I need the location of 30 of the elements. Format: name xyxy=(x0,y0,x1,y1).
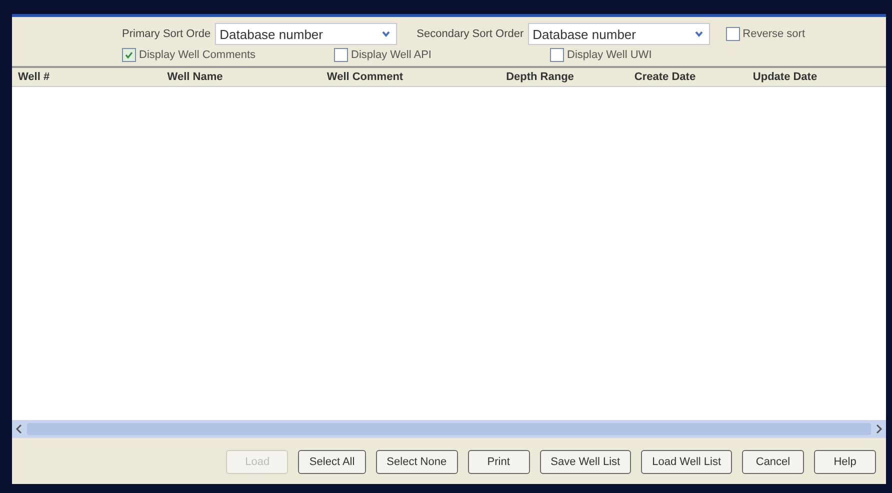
checkbox-label: Display Well UWI xyxy=(567,49,652,61)
scroll-right-icon[interactable] xyxy=(875,424,883,434)
dialog-button[interactable]: Load Well List xyxy=(641,450,732,474)
dialog-button[interactable]: Help xyxy=(814,450,876,474)
secondary-sort-label: Secondary Sort Order xyxy=(416,28,524,40)
dialog-button[interactable]: Select All xyxy=(298,450,366,474)
checkmark-icon xyxy=(124,50,134,60)
checkbox[interactable] xyxy=(122,48,136,62)
primary-sort-dropdown[interactable]: Database number xyxy=(214,23,397,45)
column-header[interactable]: Depth Range xyxy=(472,71,602,83)
dialog-button[interactable]: Save Well List xyxy=(540,450,632,474)
checkbox-label: Display Well Comments xyxy=(139,49,256,61)
scroll-left-icon[interactable] xyxy=(15,424,23,434)
checkbox-label: Reverse sort xyxy=(742,28,805,40)
column-header[interactable]: Well Comment xyxy=(252,71,472,83)
column-header[interactable]: Create Date xyxy=(602,71,722,83)
dialog-button[interactable]: Cancel xyxy=(742,450,804,474)
checkbox[interactable] xyxy=(334,48,348,62)
checkbox[interactable] xyxy=(726,27,740,41)
secondary-sort-dropdown[interactable]: Database number xyxy=(528,23,710,45)
primary-sort-label: Primary Sort Orde xyxy=(122,28,211,40)
dialog-button[interactable]: Select None xyxy=(376,450,458,474)
checkbox[interactable] xyxy=(550,48,564,62)
column-header[interactable]: Update Date xyxy=(722,71,842,83)
well-list[interactable]: Well # Well Name Well Comment Depth Range Create Date Update Date xyxy=(12,66,886,438)
column-header[interactable]: Well Name xyxy=(132,71,252,83)
column-header[interactable]: Well # xyxy=(12,71,132,83)
checkbox-label: Display Well API xyxy=(351,49,432,61)
horizontal-scrollbar[interactable] xyxy=(12,420,886,438)
dialog-button[interactable]: Print xyxy=(468,450,530,474)
